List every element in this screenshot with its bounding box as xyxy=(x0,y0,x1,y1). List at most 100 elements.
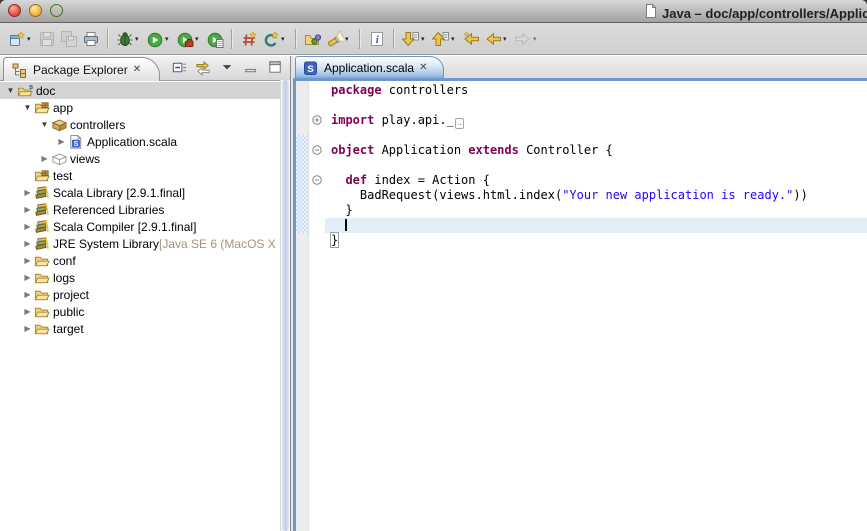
next-annotation-button[interactable]: ▾ xyxy=(400,26,430,52)
folded-region-box[interactable]: ‥ xyxy=(455,118,464,129)
close-icon[interactable]: ✕ xyxy=(133,64,141,75)
open-type-button[interactable] xyxy=(302,26,324,52)
code-editor[interactable]: package controllers import play.api._‥obj… xyxy=(325,81,867,531)
dropdown-arrow-icon[interactable]: ▾ xyxy=(451,35,458,43)
annotation-ruler[interactable] xyxy=(296,81,309,531)
tree-item-public[interactable]: ▶public xyxy=(0,303,280,320)
code-line[interactable] xyxy=(325,98,867,113)
folder-icon xyxy=(34,253,51,269)
dropdown-arrow-icon[interactable]: ▾ xyxy=(135,35,142,43)
run-as-button[interactable] xyxy=(204,26,226,52)
tree-item-app[interactable]: ▼app xyxy=(0,99,280,116)
code-line[interactable]: } xyxy=(325,233,867,248)
code-line[interactable]: import play.api._‥ xyxy=(325,113,867,128)
view-menu-button[interactable] xyxy=(219,59,236,76)
tree-item-logs[interactable]: ▶logs xyxy=(0,269,280,286)
search-icon xyxy=(326,30,344,48)
titlebar[interactable]: Java – doc/app/controllers/Application.s… xyxy=(0,0,867,23)
dropdown-arrow-icon[interactable]: ▾ xyxy=(27,35,34,43)
collapse-arrow-icon[interactable]: ▼ xyxy=(4,86,17,95)
zoom-window-button[interactable] xyxy=(50,4,63,17)
save-all-button[interactable] xyxy=(58,26,80,52)
tree-item-scala[interactable]: ▶Scala Library [2.9.1.final] xyxy=(0,184,280,201)
tree-item-controllers[interactable]: ▼controllers xyxy=(0,116,280,133)
tab-application-scala[interactable]: S Application.scala ✕ xyxy=(295,56,444,78)
search-button[interactable]: ▾ xyxy=(324,26,354,52)
debug-button[interactable]: ▾ xyxy=(114,26,144,52)
tab-package-explorer[interactable]: Package Explorer ✕ xyxy=(3,57,160,81)
expand-arrow-icon[interactable]: ▶ xyxy=(55,137,68,146)
link-editor-button[interactable] xyxy=(195,59,212,76)
info-button[interactable]: i xyxy=(366,26,388,52)
dropdown-arrow-icon[interactable]: ▾ xyxy=(503,35,510,43)
tree-item-doc[interactable]: ▼sdoc xyxy=(0,82,280,99)
new-wizard-button[interactable]: ▾ xyxy=(6,26,36,52)
close-icon[interactable]: ✕ xyxy=(419,62,427,73)
code-line[interactable]: object Application extends Controller { xyxy=(325,143,867,158)
tree-item-test[interactable]: test xyxy=(0,167,280,184)
fold-collapse-icon[interactable] xyxy=(312,145,322,155)
last-edit-button[interactable] xyxy=(460,26,482,52)
dropdown-arrow-icon[interactable]: ▾ xyxy=(533,35,540,43)
collapse-all-button[interactable] xyxy=(171,59,188,76)
code-line[interactable] xyxy=(325,128,867,143)
code-line[interactable] xyxy=(325,158,867,173)
editor-tabbar: S Application.scala ✕ xyxy=(293,56,867,81)
code-line[interactable]: def index = Action { xyxy=(325,173,867,188)
expand-arrow-icon[interactable]: ▶ xyxy=(21,256,34,265)
expand-arrow-icon[interactable]: ▶ xyxy=(21,205,34,214)
expand-arrow-icon[interactable]: ▶ xyxy=(21,188,34,197)
dropdown-arrow-icon[interactable]: ▾ xyxy=(421,35,428,43)
fold-collapse-icon[interactable] xyxy=(312,175,322,185)
run-external-button[interactable]: ▾ xyxy=(174,26,204,52)
code-line[interactable]: } xyxy=(325,203,867,218)
tree-item-target[interactable]: ▶target xyxy=(0,320,280,337)
forward-icon xyxy=(514,30,532,48)
tree-item-views[interactable]: ▶views xyxy=(0,150,280,167)
expand-arrow-icon[interactable]: ▶ xyxy=(21,324,34,333)
expand-arrow-icon[interactable]: ▶ xyxy=(21,239,34,248)
back-button[interactable]: ▾ xyxy=(482,26,512,52)
expand-arrow-icon[interactable]: ▶ xyxy=(21,222,34,231)
expand-arrow-icon[interactable]: ▶ xyxy=(21,273,34,282)
tree-item-conf[interactable]: ▶conf xyxy=(0,252,280,269)
code-token: } xyxy=(331,203,353,217)
tree-item-scala[interactable]: ▶Scala Compiler [2.9.1.final] xyxy=(0,218,280,235)
scrollbar-thumb[interactable] xyxy=(282,80,289,531)
maximize-button[interactable] xyxy=(267,59,284,76)
folder-icon xyxy=(34,287,51,303)
tree-item-application.scala[interactable]: ▶SApplication.scala xyxy=(0,133,280,150)
dropdown-arrow-icon[interactable]: ▾ xyxy=(195,35,202,43)
expand-arrow-icon[interactable]: ▶ xyxy=(21,307,34,316)
print-button[interactable] xyxy=(80,26,102,52)
tab-label: Package Explorer xyxy=(33,63,128,77)
last-edit-icon xyxy=(462,30,480,48)
code-token: )) xyxy=(793,188,807,202)
tree-item-referenced[interactable]: ▶Referenced Libraries xyxy=(0,201,280,218)
close-window-button[interactable] xyxy=(8,4,21,17)
dropdown-arrow-icon[interactable]: ▾ xyxy=(281,35,288,43)
library-icon xyxy=(34,219,51,235)
collapse-arrow-icon[interactable]: ▼ xyxy=(21,103,34,112)
new-project-button[interactable] xyxy=(238,26,260,52)
run-button[interactable]: ▾ xyxy=(144,26,174,52)
forward-button[interactable]: ▾ xyxy=(512,26,542,52)
explorer-scrollbar[interactable] xyxy=(280,80,290,531)
collapse-arrow-icon[interactable]: ▼ xyxy=(38,120,51,129)
new-class-button[interactable]: ▾ xyxy=(260,26,290,52)
minimize-button[interactable] xyxy=(243,59,260,76)
code-line[interactable]: package controllers xyxy=(325,83,867,98)
dropdown-arrow-icon[interactable]: ▾ xyxy=(165,35,172,43)
fold-expand-icon[interactable] xyxy=(312,115,322,125)
tree-item-jre[interactable]: ▶JRE System Library [Java SE 6 (MacOS X … xyxy=(0,235,280,252)
tree-item-project[interactable]: ▶project xyxy=(0,286,280,303)
code-line[interactable]: BadRequest(views.html.index("Your new ap… xyxy=(325,188,867,203)
dropdown-arrow-icon[interactable]: ▾ xyxy=(345,35,352,43)
expand-arrow-icon[interactable]: ▶ xyxy=(21,290,34,299)
prev-annotation-button[interactable]: ▾ xyxy=(430,26,460,52)
code-line[interactable] xyxy=(325,218,867,233)
folding-gutter[interactable] xyxy=(309,81,325,531)
minimize-window-button[interactable] xyxy=(29,4,42,17)
expand-arrow-icon[interactable]: ▶ xyxy=(38,154,51,163)
save-button[interactable] xyxy=(36,26,58,52)
